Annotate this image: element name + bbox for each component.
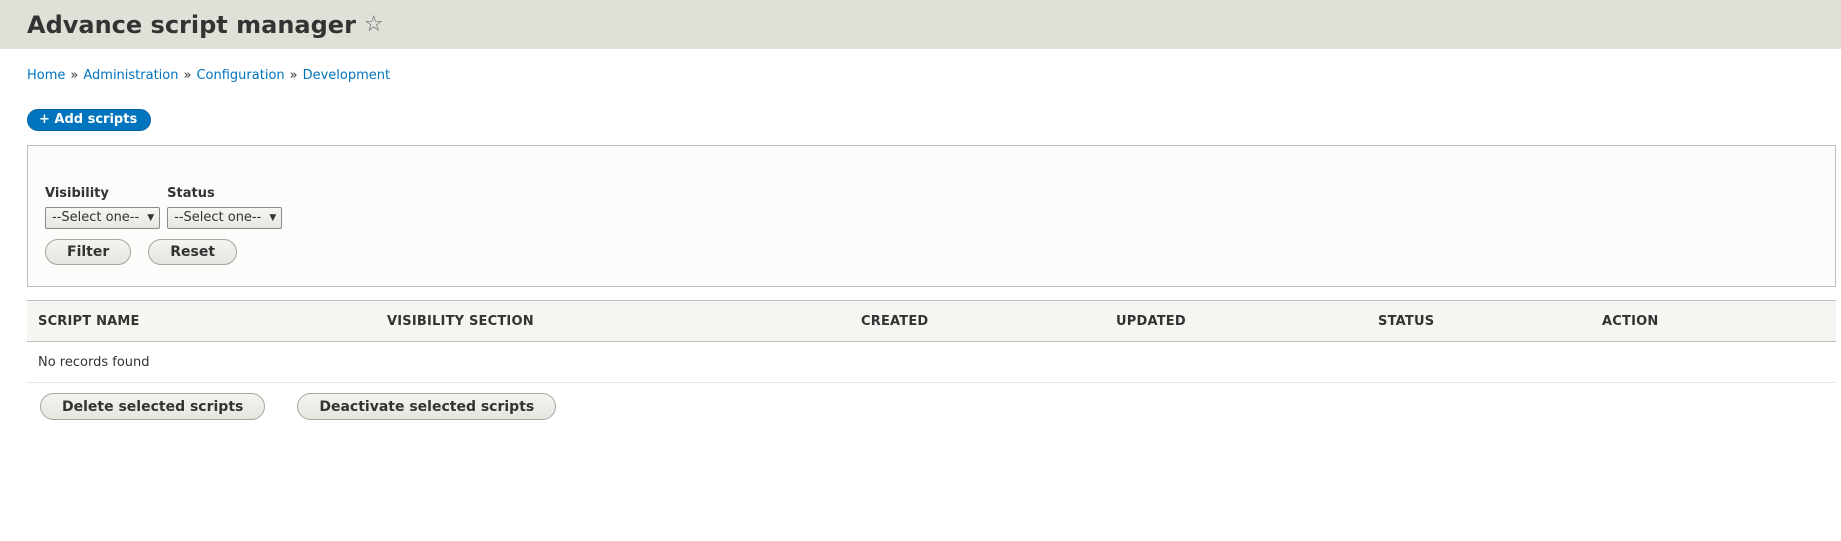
breadcrumb-development[interactable]: Development xyxy=(303,68,391,83)
breadcrumb-administration[interactable]: Administration xyxy=(83,68,178,83)
visibility-label: Visibility xyxy=(45,186,109,201)
column-header-visibility-section[interactable]: Visibility section xyxy=(376,301,850,342)
breadcrumb-home[interactable]: Home xyxy=(27,68,65,83)
status-select[interactable]: --Select one-- ▼ xyxy=(167,206,283,229)
scripts-table: Script name Visibility section Created U… xyxy=(27,300,1836,383)
page-header: Advance script manager ☆ xyxy=(0,0,1841,49)
status-filter: Status --Select one-- ▼ xyxy=(167,186,283,229)
deactivate-selected-button[interactable]: Deactivate selected scripts xyxy=(297,393,557,420)
page-title: Advance script manager xyxy=(27,10,356,39)
status-label: Status xyxy=(167,186,215,201)
chevron-down-icon: ▼ xyxy=(269,212,277,223)
column-header-updated[interactable]: Updated xyxy=(1105,301,1367,342)
main-content: Home » Administration » Configuration » Develo… xyxy=(0,68,1841,420)
column-header-action: Action xyxy=(1602,313,1659,329)
breadcrumb-separator: » xyxy=(183,68,192,83)
breadcrumb-configuration[interactable]: Configuration xyxy=(196,68,284,83)
breadcrumb-separator: » xyxy=(70,68,79,83)
table-row: No records found xyxy=(27,341,1836,383)
visibility-filter: Visibility --Select one-- ▼ xyxy=(45,186,161,229)
visibility-select-value: --Select one-- xyxy=(52,210,140,225)
table-header-row: Script name Visibility section Created U… xyxy=(27,300,1836,342)
filter-row: Visibility --Select one-- ▼ Status --Sel… xyxy=(45,186,1818,229)
visibility-select[interactable]: --Select one-- ▼ xyxy=(45,206,161,229)
column-header-created[interactable]: Created xyxy=(850,301,1105,342)
column-header-script-name[interactable]: Script name xyxy=(27,301,376,342)
filter-buttons: Filter Reset xyxy=(45,238,1818,265)
breadcrumb-separator: » xyxy=(289,68,298,83)
filter-form: Visibility --Select one-- ▼ Status --Sel… xyxy=(27,145,1836,287)
bulk-actions: Delete selected scripts Deactivate selec… xyxy=(27,393,1814,420)
filter-button[interactable]: Filter xyxy=(45,238,132,265)
add-scripts-button[interactable]: + Add scripts xyxy=(27,109,152,131)
reset-button[interactable]: Reset xyxy=(148,238,238,265)
chevron-down-icon: ▼ xyxy=(147,212,155,223)
delete-selected-button[interactable]: Delete selected scripts xyxy=(40,393,266,420)
status-select-value: --Select one-- xyxy=(174,210,262,225)
empty-message: No records found xyxy=(27,341,1836,383)
column-header-status[interactable]: Status xyxy=(1367,301,1591,342)
breadcrumb: Home » Administration » Configuration » Develo… xyxy=(27,68,1814,84)
star-icon[interactable]: ☆ xyxy=(364,13,384,36)
